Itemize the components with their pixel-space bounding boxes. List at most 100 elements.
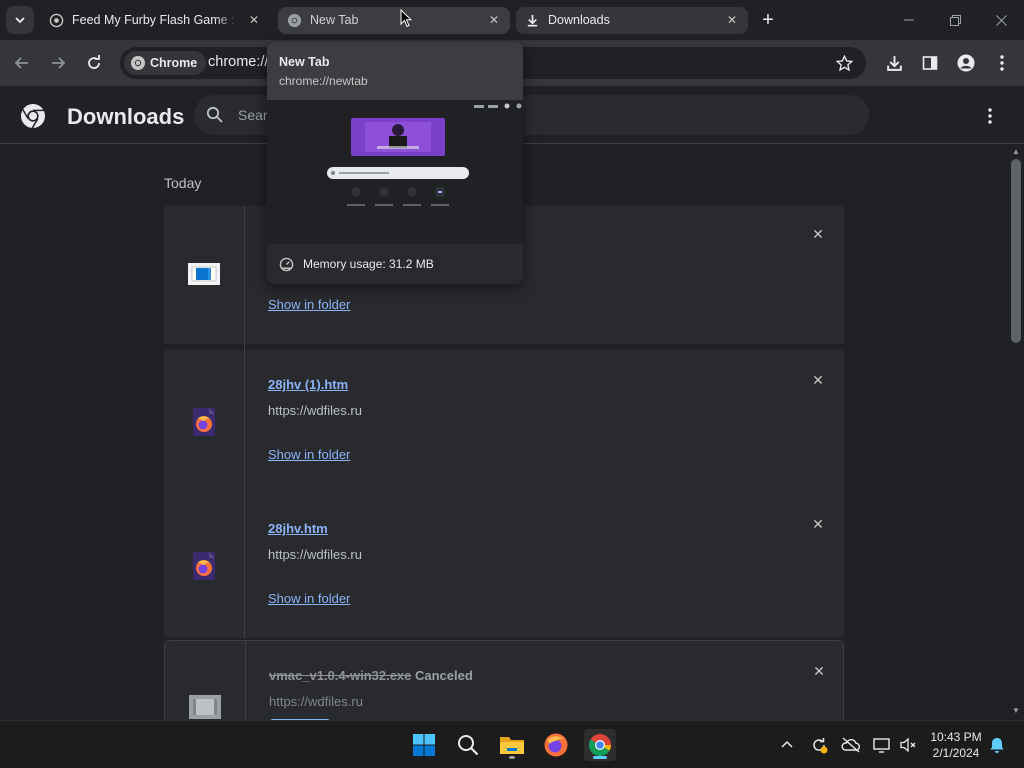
- sync-tray-button[interactable]: [809, 735, 829, 755]
- chrome-icon: [131, 56, 145, 70]
- divider: [244, 350, 245, 494]
- tab-preview-thumbnail: [267, 100, 523, 244]
- search-icon: [206, 106, 223, 123]
- tab-feed-my-furby[interactable]: Feed My Furby Flash Game : Fre ✕: [40, 7, 270, 34]
- tab-downloads[interactable]: Downloads ✕: [516, 7, 748, 34]
- chrome-taskbar-button[interactable]: [584, 729, 616, 761]
- exe-file-icon: [189, 695, 221, 719]
- page-title: Downloads: [67, 104, 185, 129]
- scrollbar[interactable]: ▲ ▼: [1008, 145, 1024, 720]
- active-indicator: [593, 756, 607, 759]
- close-icon: [995, 14, 1007, 26]
- forward-arrow-icon: [52, 57, 66, 69]
- firefox-icon: [544, 733, 568, 757]
- download-item-canceled: vmac_v1.0.4-win32.exe Canceled https://w…: [164, 640, 844, 720]
- clock-time: 10:43 PM: [930, 730, 982, 744]
- tab-hover-card: New Tab chrome://newtab Memory usage: 31…: [267, 42, 523, 284]
- show-in-folder-link[interactable]: Show in folder: [268, 447, 350, 462]
- new-tab-button[interactable]: +: [757, 9, 779, 31]
- volume-tray-button[interactable]: [898, 735, 918, 755]
- scrollbar-thumb[interactable]: [1011, 159, 1021, 343]
- cursor-icon: [400, 9, 412, 28]
- show-hidden-icons-button[interactable]: [777, 735, 797, 755]
- downloads-menu-button[interactable]: [978, 104, 1002, 128]
- hover-card-url: chrome://newtab: [279, 74, 368, 88]
- restore-button[interactable]: [941, 8, 969, 32]
- profile-button[interactable]: [952, 49, 980, 77]
- forward-button[interactable]: [44, 49, 72, 77]
- tab-close-icon[interactable]: ✕: [486, 12, 502, 28]
- download-filename[interactable]: 28jhv (1).htm: [268, 377, 348, 392]
- download-source-url: https://wdfiles.ru: [268, 547, 362, 562]
- remove-download-button[interactable]: ✕: [808, 370, 828, 390]
- tab-title: Downloads: [548, 13, 610, 27]
- chevron-up-icon: [781, 740, 793, 748]
- back-button[interactable]: [8, 49, 36, 77]
- side-panel-icon: [922, 56, 938, 70]
- taskbar-search-button[interactable]: [452, 729, 484, 761]
- start-icon: [413, 734, 435, 756]
- running-indicator: [509, 756, 515, 759]
- onedrive-tray-button[interactable]: [841, 735, 861, 755]
- chrome-icon: [589, 734, 611, 756]
- divider: [244, 494, 245, 638]
- minimize-button[interactable]: [895, 8, 923, 32]
- bookmark-star-button[interactable]: [830, 49, 858, 77]
- downloads-button[interactable]: [880, 49, 908, 77]
- tab-close-icon[interactable]: ✕: [724, 12, 740, 28]
- new-tab-preview-image: [267, 100, 523, 244]
- download-item: 28jhv.htm https://wdfiles.ru Show in fol…: [164, 494, 844, 638]
- reload-button[interactable]: [80, 49, 108, 77]
- taskbar-clock[interactable]: 10:43 PM 2/1/2024: [926, 729, 986, 761]
- cloud-off-icon: [841, 737, 861, 753]
- hover-card-title: New Tab: [279, 55, 330, 69]
- date-group-label: Today: [164, 175, 202, 191]
- remove-download-button[interactable]: ✕: [808, 514, 828, 534]
- download-item: 28jhv (1).htm https://wdfiles.ru Show in…: [164, 350, 844, 494]
- minimize-icon: [904, 19, 914, 21]
- memory-usage-text: Memory usage: 31.2 MB: [303, 257, 434, 271]
- title-bar: Feed My Furby Flash Game : Fre ✕ New Tab…: [0, 0, 1024, 40]
- star-icon: [835, 54, 853, 71]
- side-panel-button[interactable]: [916, 49, 944, 77]
- tab-new-tab[interactable]: New Tab ✕: [278, 7, 510, 34]
- chrome-menu-button[interactable]: [988, 49, 1016, 77]
- network-tray-button[interactable]: [872, 735, 892, 755]
- image-file-icon: [188, 263, 220, 285]
- download-status: Canceled: [415, 668, 473, 683]
- file-explorer-button[interactable]: [496, 729, 528, 761]
- tab-search-button[interactable]: [6, 6, 34, 34]
- scroll-down-icon[interactable]: ▼: [1012, 706, 1020, 715]
- file-explorer-icon: [500, 737, 524, 754]
- scroll-up-icon[interactable]: ▲: [1012, 147, 1020, 156]
- firefox-taskbar-button[interactable]: [540, 729, 572, 761]
- remove-download-button[interactable]: ✕: [809, 661, 829, 681]
- chrome-icon: [287, 13, 302, 28]
- clock-date: 2/1/2024: [932, 746, 980, 760]
- notifications-button[interactable]: [987, 735, 1007, 755]
- more-vert-icon: [1000, 55, 1004, 71]
- start-button[interactable]: [408, 729, 440, 761]
- download-icon: [886, 55, 902, 71]
- gauge-icon: [279, 257, 294, 272]
- firefox-file-icon: [193, 408, 215, 436]
- download-filename[interactable]: 28jhv.htm: [268, 521, 328, 536]
- restore-icon: [949, 14, 961, 26]
- memory-usage-row: Memory usage: 31.2 MB: [267, 244, 523, 284]
- chevron-down-icon: [15, 17, 25, 24]
- download-source-url: https://wdfiles.ru: [269, 694, 363, 709]
- profile-icon: [957, 54, 975, 72]
- show-in-folder-link[interactable]: Show in folder: [268, 591, 350, 606]
- more-vert-icon: [988, 108, 992, 124]
- download-icon: [527, 14, 538, 27]
- divider: [244, 206, 245, 350]
- site-info-chip[interactable]: Chrome: [124, 51, 207, 75]
- sync-warning-icon: [813, 738, 828, 754]
- show-in-folder-link[interactable]: Show in folder: [268, 297, 350, 312]
- tab-close-icon[interactable]: ✕: [246, 12, 262, 28]
- remove-download-button[interactable]: ✕: [808, 224, 828, 244]
- windows-taskbar: 10:43 PM 2/1/2024: [0, 720, 1024, 768]
- close-window-button[interactable]: [987, 8, 1015, 32]
- network-icon: [873, 738, 890, 753]
- archive-icon: [49, 13, 64, 28]
